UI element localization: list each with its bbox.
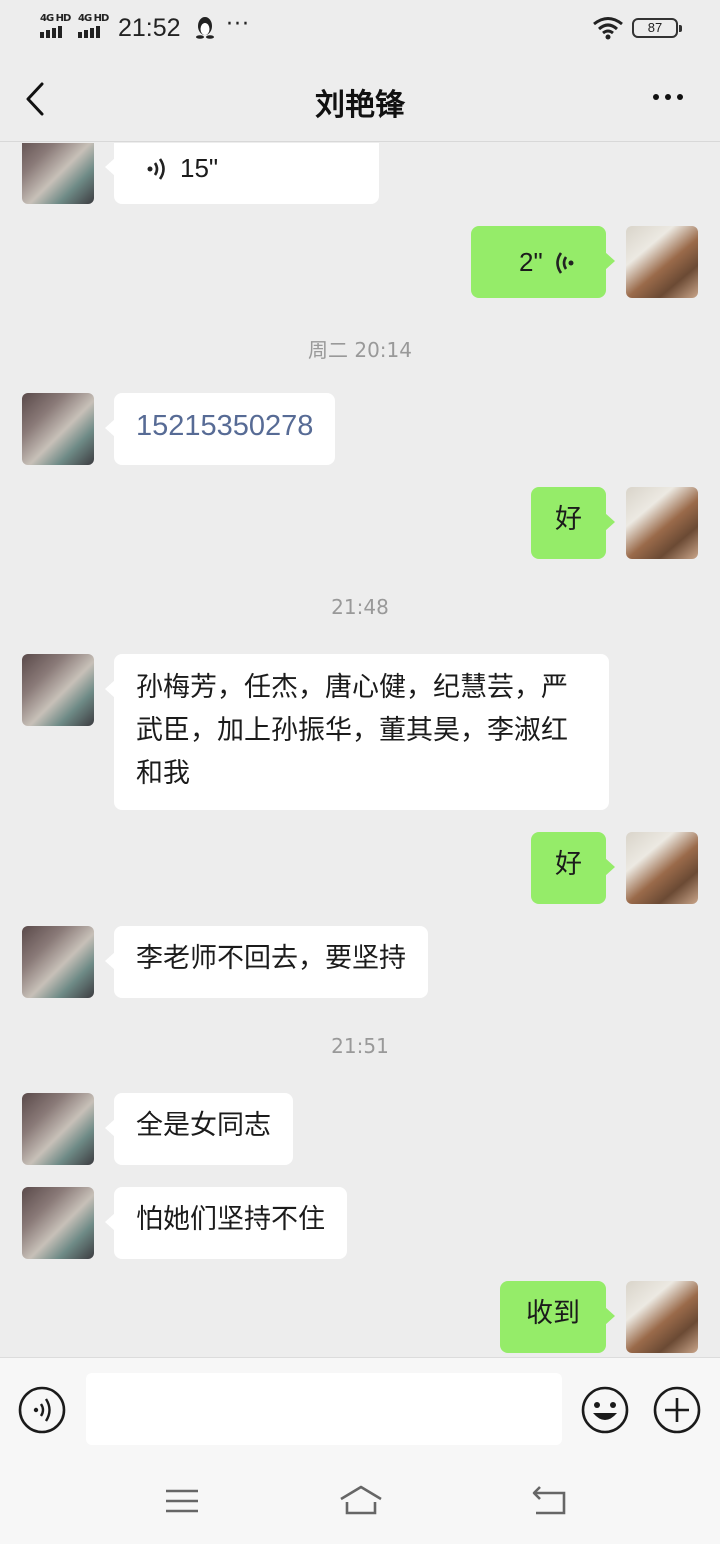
signal-indicator-2: 4G HD — [78, 12, 109, 38]
signal-label: 4G HD — [40, 13, 71, 24]
signal-label: 4G HD — [78, 13, 109, 24]
contact-avatar[interactable] — [22, 143, 94, 204]
contact-avatar[interactable] — [22, 926, 94, 998]
chat-screen: 4G HD 4G HD 21:52 ··· 87 刘艳锋 15" 2" 周二 2… — [0, 0, 720, 1544]
voice-duration: 2" — [519, 247, 543, 277]
my-avatar[interactable] — [626, 1281, 698, 1353]
qq-penguin-icon — [196, 17, 214, 39]
battery-indicator: 87 — [632, 18, 682, 38]
signal-indicator-1: 4G HD — [40, 12, 71, 38]
status-time: 21:52 — [118, 14, 181, 42]
timestamp: 周二 20:14 — [308, 338, 412, 362]
voice-message-bubble[interactable]: 2" — [471, 226, 615, 298]
timestamp: 21:48 — [331, 595, 389, 619]
timestamp: 21:51 — [331, 1034, 389, 1058]
my-avatar[interactable] — [626, 832, 698, 904]
chat-title: 刘艳锋 — [315, 88, 405, 123]
signal-bars-icon — [40, 26, 70, 38]
wifi-icon — [593, 17, 623, 40]
text-message-bubble[interactable]: 好 — [531, 832, 615, 904]
status-bar: 4G HD 4G HD 21:52 ··· 87 — [0, 0, 720, 56]
voice-duration: 15" — [180, 153, 219, 183]
signal-bars-icon — [78, 26, 108, 38]
text-message-bubble[interactable]: 怕她们坚持不住 — [105, 1187, 347, 1259]
more-dots-icon[interactable] — [648, 82, 688, 112]
contact-avatar[interactable] — [22, 393, 94, 465]
text-message-bubble[interactable]: 好 — [531, 487, 615, 559]
text-message-bubble[interactable]: 李老师不回去，要坚持 — [105, 926, 428, 998]
plus-circle-icon[interactable] — [652, 1385, 702, 1435]
text-message-bubble[interactable]: 孙梅芳，任杰，唐心健，纪慧芸，严武臣，加上孙振华，董其昊，李淑红和我 — [105, 654, 609, 810]
input-bar — [0, 1357, 720, 1459]
contact-avatar[interactable] — [22, 654, 94, 726]
phone-number-message[interactable]: 15215350278 — [104, 393, 336, 465]
text-message-bubble[interactable]: 全是女同志 — [105, 1093, 293, 1165]
chat-header: 刘艳锋 — [0, 56, 720, 142]
my-avatar[interactable] — [626, 226, 698, 298]
voice-mode-icon[interactable] — [18, 1386, 66, 1434]
message-input[interactable] — [86, 1373, 562, 1445]
text-message-bubble[interactable]: 收到 — [500, 1281, 615, 1353]
emoji-icon[interactable] — [580, 1385, 630, 1435]
system-nav-bar — [0, 1459, 720, 1544]
voice-message-bubble[interactable]: 15" — [105, 143, 379, 204]
voice-wave-icon — [556, 252, 574, 274]
voice-wave-icon — [147, 158, 165, 180]
contact-avatar[interactable] — [22, 1093, 94, 1165]
contact-avatar[interactable] — [22, 1187, 94, 1259]
status-overflow-icon: ··· — [226, 12, 250, 37]
back-icon[interactable] — [530, 1483, 570, 1519]
message-list[interactable]: 15" 2" 周二 20:14 15215350278 好 21:48 孙梅芳，… — [0, 143, 720, 1356]
home-icon[interactable] — [338, 1483, 384, 1519]
menu-icon[interactable] — [162, 1483, 202, 1519]
my-avatar[interactable] — [626, 487, 698, 559]
